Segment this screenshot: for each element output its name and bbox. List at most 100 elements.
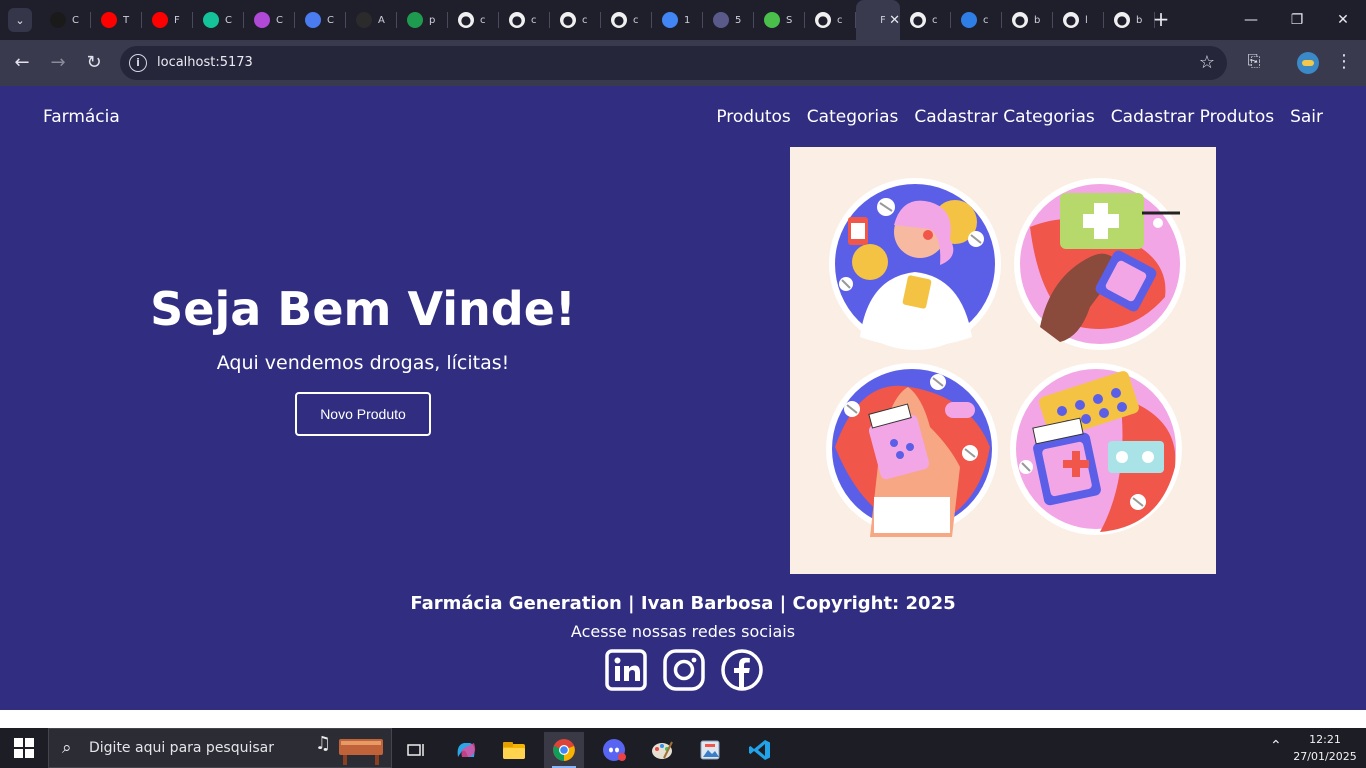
nav-link-cadastrar-produtos[interactable]: Cadastrar Produtos — [1111, 107, 1274, 127]
tab[interactable]: ● c — [805, 0, 856, 40]
tab[interactable]: 5 — [703, 0, 754, 40]
new-tab-button[interactable]: + — [1150, 9, 1172, 31]
github-icon: ● — [611, 12, 627, 28]
close-tab-icon[interactable]: ✕ — [889, 13, 900, 28]
github-icon: ● — [1012, 12, 1028, 28]
close-window-icon[interactable]: ✕ — [1320, 0, 1366, 40]
tab[interactable]: C — [244, 0, 295, 40]
tab-search-button[interactable]: ⌄ — [8, 8, 32, 32]
tab-title: T — [123, 14, 130, 26]
footer-title: Farmácia Generation | Ivan Barbosa | Cop… — [410, 593, 956, 614]
search-icon: ⌕ — [62, 738, 72, 758]
windows-start-icon[interactable] — [14, 738, 34, 758]
tab-title: c — [932, 14, 938, 26]
chrome-taskbar-icon[interactable] — [544, 732, 584, 768]
extensions-icon[interactable]: ⎘ — [1243, 51, 1265, 73]
tab[interactable]: F — [142, 0, 193, 40]
profile-avatar[interactable] — [1297, 52, 1319, 74]
tab[interactable]: S — [754, 0, 805, 40]
tab-strip: ⌄ C T F C C C Ap ● c ● c ● c ● c 1 5 S ● c F ✕ ● c c ● b ● l ● b + — ❐… — [0, 0, 1366, 40]
file-explorer-icon[interactable] — [494, 732, 534, 768]
github-icon: ● — [458, 12, 474, 28]
nav-link-sair[interactable]: Sair — [1290, 107, 1323, 127]
tab-title: 5 — [735, 14, 742, 26]
clock-date: 27/01/2025 — [1293, 750, 1357, 763]
social-links — [604, 648, 764, 692]
new-product-button[interactable]: Novo Produto — [295, 392, 431, 436]
tab-title: A — [378, 14, 385, 26]
page-icon — [866, 12, 875, 28]
image-viewer-icon[interactable] — [690, 732, 730, 768]
search-highlight-image: ♫ — [315, 733, 383, 765]
discord-icon[interactable] — [594, 732, 634, 768]
medicine-box-circle — [1014, 178, 1186, 350]
tab-title: c — [983, 14, 989, 26]
pharmacist-circle — [829, 178, 1001, 350]
tab[interactable]: p — [397, 0, 448, 40]
tab-title: c — [837, 14, 843, 26]
tab-list: C T F C C C Ap ● c ● c ● c ● c 1 5 S ● c F ✕ ● c c ● b ● l ● b — [40, 0, 1155, 40]
minimize-icon[interactable]: — — [1228, 0, 1274, 40]
tab[interactable]: c — [951, 0, 1002, 40]
browser-menu-icon[interactable]: ⋮ — [1334, 51, 1354, 73]
github-icon: ● — [560, 12, 576, 28]
svg-text:♫: ♫ — [315, 733, 331, 754]
tab[interactable]: ● b — [1002, 0, 1053, 40]
nav-link-cadastrar-categorias[interactable]: Cadastrar Categorias — [914, 107, 1094, 127]
tab[interactable]: A — [346, 0, 397, 40]
tab-title: F — [174, 14, 180, 26]
jira-icon — [961, 12, 977, 28]
address-bar[interactable]: i localhost:5173 ☆ — [120, 46, 1227, 80]
app-page: Farmácia Produtos Categorias Cadastrar C… — [0, 86, 1366, 710]
reload-icon[interactable]: ↻ — [82, 51, 106, 75]
vscode-icon[interactable] — [740, 732, 780, 768]
back-icon[interactable]: ← — [10, 51, 34, 75]
tab-title: c — [633, 14, 639, 26]
tab[interactable]: ● c — [550, 0, 601, 40]
navbar-brand[interactable]: Farmácia — [43, 107, 120, 127]
tab[interactable]: 1 — [652, 0, 703, 40]
tab-active[interactable]: F ✕ — [856, 0, 900, 40]
clock-time: 12:21 — [1309, 733, 1341, 746]
forward-icon[interactable]: → — [46, 51, 70, 75]
eu-icon — [50, 12, 66, 28]
tab[interactable]: C — [295, 0, 346, 40]
tab[interactable]: ● c — [499, 0, 550, 40]
paint-icon[interactable] — [642, 732, 682, 768]
linkedin-icon[interactable] — [604, 648, 648, 692]
tab[interactable]: ● c — [448, 0, 499, 40]
tab[interactable]: C — [40, 0, 91, 40]
taskbar-clock[interactable]: 12:21 27/01/2025 — [1290, 731, 1360, 765]
tab[interactable]: C — [193, 0, 244, 40]
site-info-icon[interactable]: i — [129, 54, 147, 72]
hero-title: Seja Bem Vinde! — [150, 282, 576, 336]
task-view-icon[interactable] — [396, 732, 436, 768]
tab-title: p — [429, 14, 436, 26]
taskbar-search[interactable]: ⌕ Digite aqui para pesquisar ♫ — [48, 728, 392, 768]
tab-title: c — [582, 14, 588, 26]
tab[interactable]: ● l — [1053, 0, 1104, 40]
github-icon: ● — [1114, 12, 1130, 28]
url-text[interactable]: localhost:5173 — [157, 55, 253, 70]
tab[interactable]: ● c — [900, 0, 951, 40]
tab-title: 1 — [684, 14, 691, 26]
nav-link-produtos[interactable]: Produtos — [716, 107, 790, 127]
dots-icon — [713, 12, 729, 28]
sheets-icon — [407, 12, 423, 28]
restore-icon[interactable]: ❐ — [1274, 0, 1320, 40]
instagram-icon[interactable] — [662, 648, 706, 692]
copilot-icon[interactable] — [446, 732, 486, 768]
github-icon: ● — [509, 12, 525, 28]
app-icon — [254, 12, 270, 28]
tab[interactable]: T — [91, 0, 142, 40]
tray-chevron-up-icon[interactable]: ⌃ — [1270, 738, 1282, 754]
bookmark-star-icon[interactable]: ☆ — [1199, 52, 1215, 73]
tab[interactable]: ● c — [601, 0, 652, 40]
pill-bottle-circle — [826, 363, 998, 537]
nav-link-categorias[interactable]: Categorias — [807, 107, 899, 127]
tab[interactable]: ● b — [1104, 0, 1155, 40]
facebook-icon[interactable] — [720, 648, 764, 692]
taskbar-search-placeholder[interactable]: Digite aqui para pesquisar — [89, 740, 274, 756]
blister-pack-circle — [1010, 363, 1182, 535]
docs-icon — [662, 12, 678, 28]
